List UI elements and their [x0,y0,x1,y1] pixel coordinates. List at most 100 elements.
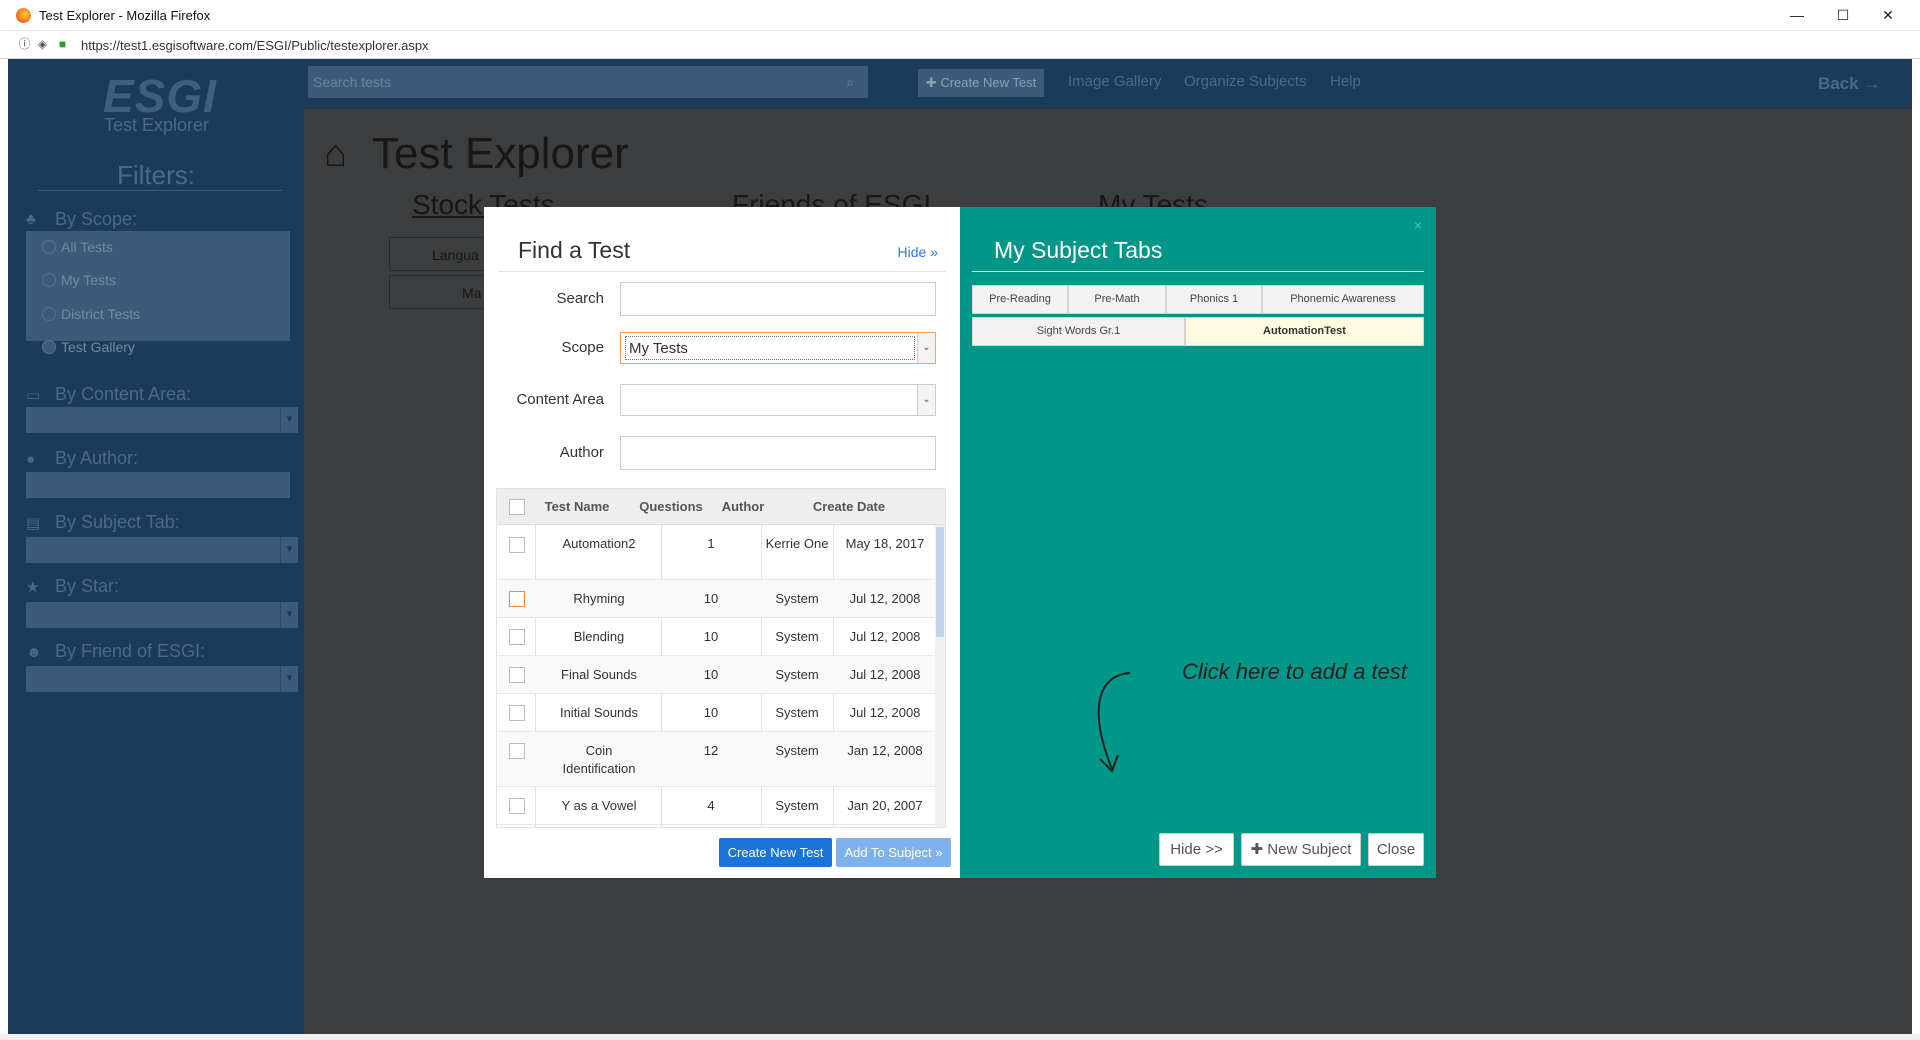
logo-subtitle: Test Explorer [104,115,210,135]
close-icon[interactable]: × [1414,217,1422,233]
add-to-subject-button[interactable]: Add To Subject » [836,838,951,867]
scope-radio-all[interactable] [42,240,56,254]
search-field[interactable] [620,282,936,316]
star-filter-select[interactable]: ▼ [26,602,298,628]
subject-tab-automationtest[interactable]: AutomationTest [1185,317,1424,346]
scope-option-district[interactable]: District Tests [61,306,140,322]
create-new-test-nav-button[interactable]: ✚ Create New Test [918,69,1044,97]
subject-tab-sight-words[interactable]: Sight Words Gr.1 [972,317,1185,346]
content-area-label: Content Area [516,391,604,408]
column-create-date[interactable]: Create Date [774,499,924,514]
sitemap-icon: ♣ [26,211,36,228]
scope-radio-my[interactable] [42,273,56,287]
content-area-filter-select[interactable]: ▼ [26,407,298,433]
minimize-button[interactable]: — [1779,4,1815,26]
curved-arrow-icon [1097,672,1131,773]
subject-tab-filter-select[interactable]: ▼ [26,537,298,563]
user-icon: ● [26,451,36,468]
chevron-down-icon: ▼ [280,537,298,563]
column-author[interactable]: Author [712,499,774,514]
back-link[interactable]: Back → [1818,74,1880,94]
scope-option-all[interactable]: All Tests [61,239,113,255]
by-content-area-label: By Content Area: [55,384,192,404]
create-new-test-button[interactable]: Create New Test [719,838,832,867]
subject-tab-pre-reading[interactable]: Pre-Reading [972,285,1068,314]
subject-tab-phonics-1[interactable]: Phonics 1 [1166,285,1262,314]
info-icon[interactable]: ⓘ [18,38,31,51]
cell-questions: 4 [707,798,715,813]
content-area-select[interactable]: ⌄ [620,384,936,416]
row-checkbox[interactable] [509,537,525,553]
nav-link-organize-subjects[interactable]: Organize Subjects [1184,73,1307,90]
search-icon[interactable]: ⌕ [846,74,854,91]
table-row[interactable]: Coin Identification 12 System Jan 12, 20… [497,732,937,787]
row-checkbox[interactable] [509,591,525,607]
table-row[interactable]: Rhyming 10 System Jul 12, 2008 [497,580,937,618]
cell-author: Kerrie One [765,536,829,551]
subject-tabs-panel: × My Subject Tabs Pre-Reading Pre-Math P… [960,207,1436,878]
table-row[interactable]: Y as a Vowel 4 System Jan 20, 2007 [497,787,937,825]
cell-author: System [775,705,819,720]
lock-icon[interactable]: ■ [56,38,69,51]
add-test-prompt[interactable]: Click here to add a test [1182,659,1407,685]
scrollbar-thumb[interactable] [936,527,944,637]
home-icon: ⌂ [324,133,347,175]
scope-label: Scope [561,339,604,356]
column-questions[interactable]: Questions [630,499,712,514]
hide-subject-tabs-button[interactable]: Hide >> [1159,833,1234,866]
scope-select[interactable]: My Tests ⌄ [620,332,936,364]
by-scope-label: By Scope: [55,209,138,229]
nav-link-help[interactable]: Help [1330,73,1361,90]
author-filter-input[interactable] [26,472,290,498]
close-window-button[interactable]: ✕ [1870,4,1906,26]
close-button[interactable]: Close [1368,833,1424,866]
scope-radio-district[interactable] [42,307,56,321]
math-label: Ma [462,285,482,301]
column-test-name[interactable]: Test Name [539,499,615,514]
chevron-down-icon: ⌄ [917,333,935,363]
search-tests-input[interactable]: Search tests ⌕ [308,66,868,98]
nav-link-image-gallery[interactable]: Image Gallery [1068,73,1161,90]
filters-divider [38,190,282,191]
hide-find-test-link[interactable]: Hide » [898,244,938,260]
subject-tab-pre-math[interactable]: Pre-Math [1068,285,1166,314]
new-subject-button[interactable]: ✚ New Subject [1241,833,1361,866]
row-checkbox[interactable] [509,743,525,759]
row-checkbox[interactable] [509,798,525,814]
friend-filter-select[interactable]: ▼ [26,666,298,692]
language-arts-label: Langua [432,247,479,263]
star-icon: ★ [26,579,40,596]
subject-tab-phonemic-awareness[interactable]: Phonemic Awareness [1262,285,1424,314]
table-row[interactable]: Automation2 1 Kerrie One May 18, 2017 [497,525,937,580]
table-row[interactable]: Blending 10 System Jul 12, 2008 [497,618,937,656]
scope-option-gallery[interactable]: Test Gallery [61,339,135,355]
scope-option-my[interactable]: My Tests [61,272,116,288]
chevron-down-icon: ▼ [280,666,298,692]
author-field[interactable] [620,436,936,470]
subject-tabs-divider [972,271,1424,272]
shield-icon[interactable]: ◈ [36,38,49,51]
cell-questions: 10 [703,705,719,720]
table-row[interactable]: Final Sounds 10 System Jul 12, 2008 [497,656,937,694]
maximize-button[interactable]: ☐ [1825,4,1861,26]
scope-radio-gallery[interactable] [42,340,56,354]
search-placeholder: Search tests [313,74,391,90]
table-scrollbar[interactable] [935,525,945,827]
double-chevron-right-icon: » [930,244,938,260]
book-icon: ▤ [26,515,41,532]
tests-table: Test Name Questions Author Create Date A… [496,488,946,828]
by-subject-tab-label: By Subject Tab: [55,512,180,532]
cell-create-date: Jan 20, 2007 [847,798,923,813]
row-checkbox[interactable] [509,667,525,683]
address-bar: ⓘ ◈ ■ https://test1.esgisoftware.com/ESG… [0,31,1920,59]
url-field[interactable]: https://test1.esgisoftware.com/ESGI/Publ… [81,38,429,53]
row-checkbox[interactable] [509,629,525,645]
cell-author: System [775,798,819,813]
row-checkbox[interactable] [509,705,525,721]
table-row[interactable]: Initial Sounds 10 System Jul 12, 2008 [497,694,937,732]
firefox-logo-icon [16,8,31,23]
window-title: Test Explorer - Mozilla Firefox [39,8,211,23]
select-all-checkbox[interactable] [509,499,525,515]
cell-test-name: Initial Sounds [559,705,639,720]
create-new-test-nav-label: Create New Test [940,75,1037,90]
